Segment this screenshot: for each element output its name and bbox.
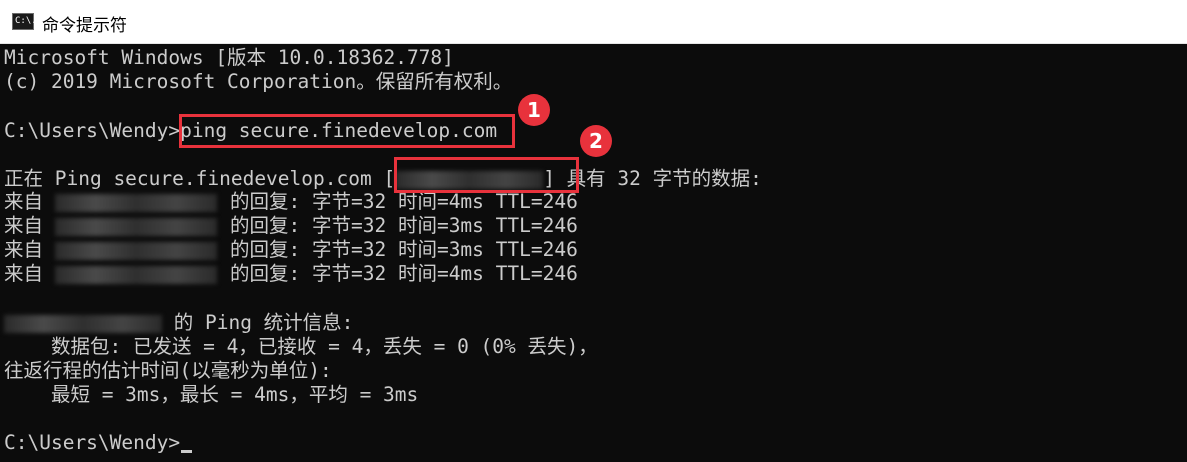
- final-prompt-line[interactable]: C:\Users\Wendy>: [4, 431, 193, 455]
- reply-line: 来自 的回复: 字节=32 时间=3ms TTL=246: [4, 214, 578, 238]
- reply-line: 来自 的回复: 字节=32 时间=4ms TTL=246: [4, 190, 578, 214]
- ip-highlight-box: [394, 157, 579, 193]
- cmd-icon: C:\.: [12, 13, 37, 30]
- ping-header-prefix: 正在 Ping secure.finedevelop.com [: [4, 167, 396, 190]
- redacted-ip: [55, 217, 218, 236]
- header-copyright-line: (c) 2019 Microsoft Corporation。保留所有权利。: [4, 70, 513, 93]
- text-cursor: [181, 450, 193, 453]
- redacted-ip: [4, 314, 162, 333]
- redacted-ip: [55, 241, 218, 260]
- window-title: 命令提示符: [42, 16, 127, 36]
- console-output[interactable]: Microsoft Windows [版本 10.0.18362.778] (c…: [0, 44, 1187, 462]
- reply-line: 来自 的回复: 字节=32 时间=4ms TTL=246: [4, 262, 578, 286]
- packets-line: 数据包: 已发送 = 4，已接收 = 4，丢失 = 0 (0% 丢失)，: [4, 335, 598, 358]
- reply-prefix: 来自: [4, 262, 44, 285]
- prompt: C:\Users\Wendy>: [4, 431, 181, 454]
- reply-text: 的回复: 字节=32 时间=3ms TTL=246: [230, 238, 578, 261]
- title-bar[interactable]: C:\. 命令提示符: [0, 0, 1187, 44]
- rtt-line: 最短 = 3ms，最长 = 4ms，平均 = 3ms: [4, 383, 419, 406]
- reply-prefix: 来自: [4, 214, 44, 237]
- step-marker-1: 1: [518, 94, 550, 126]
- reply-prefix: 来自: [4, 238, 44, 261]
- header-version-line: Microsoft Windows [版本 10.0.18362.778]: [4, 46, 454, 69]
- reply-text: 的回复: 字节=32 时间=4ms TTL=246: [230, 262, 578, 285]
- step-marker-2: 2: [580, 125, 612, 157]
- stats-title-line: 的 Ping 统计信息:: [4, 311, 353, 335]
- ping-header-line: 正在 Ping secure.finedevelop.com [] 具有 32 …: [4, 167, 762, 191]
- prompt: C:\Users\Wendy>: [4, 119, 181, 142]
- reply-line: 来自 的回复: 字节=32 时间=3ms TTL=246: [4, 238, 578, 262]
- redacted-ip: [55, 265, 218, 284]
- reply-text: 的回复: 字节=32 时间=3ms TTL=246: [230, 214, 578, 237]
- rtt-title-line: 往返行程的估计时间(以毫秒为单位):: [4, 359, 332, 382]
- stats-title: 的 Ping 统计信息:: [162, 311, 354, 334]
- redacted-ip: [55, 193, 218, 212]
- reply-text: 的回复: 字节=32 时间=4ms TTL=246: [230, 190, 578, 213]
- reply-prefix: 来自: [4, 190, 44, 213]
- command-highlight-box: [179, 114, 515, 148]
